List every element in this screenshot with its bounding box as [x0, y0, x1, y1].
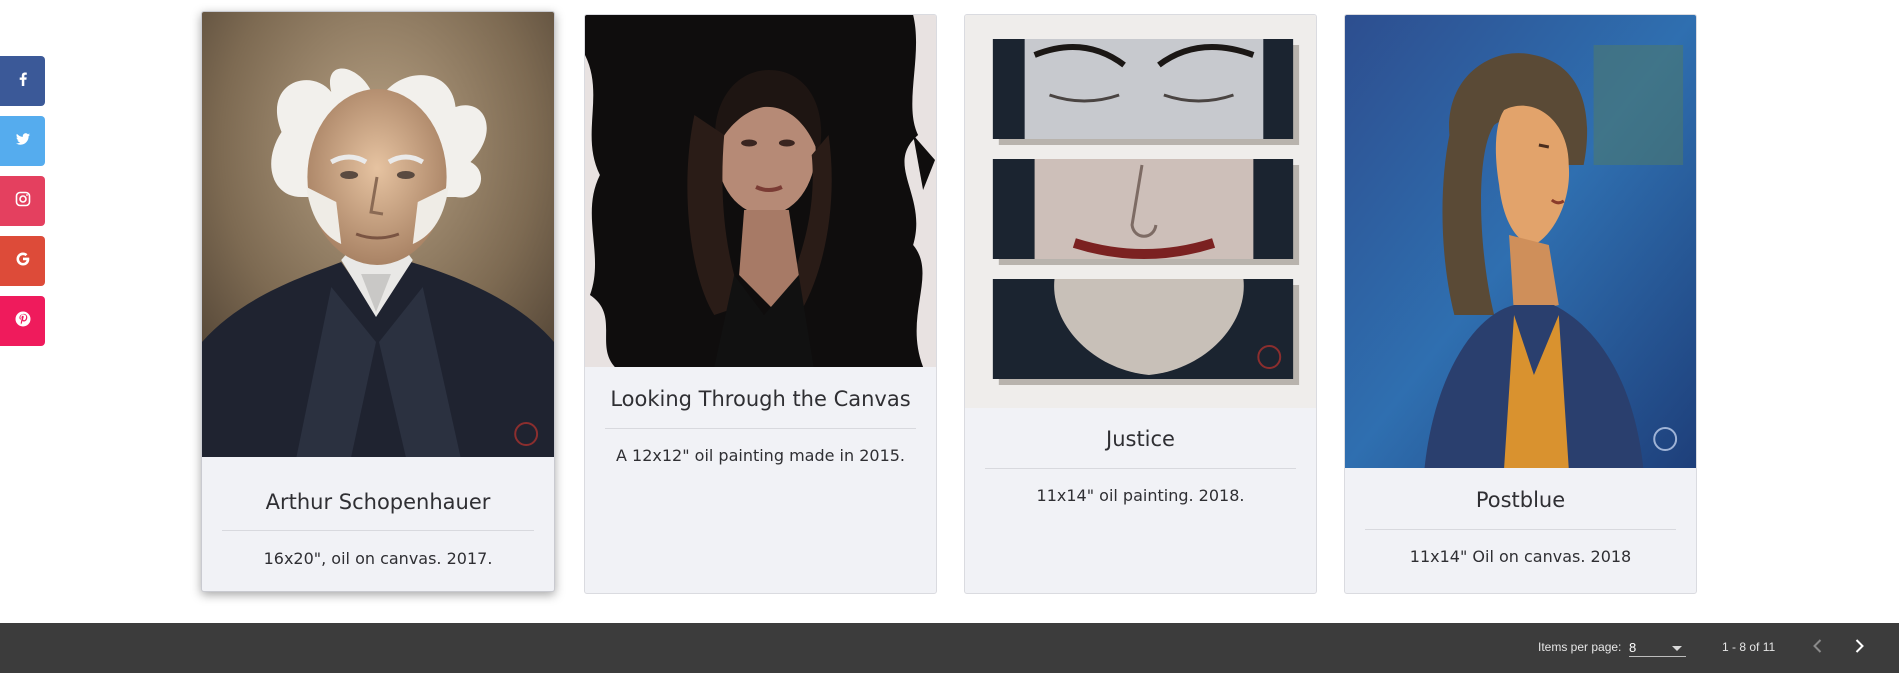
painting-image	[965, 15, 1316, 408]
paginator: Items per page: 8 1 - 8 of 11	[0, 623, 1899, 673]
chevron-left-icon	[1808, 636, 1828, 661]
card-description: 11x14" oil painting. 2018.	[1036, 486, 1245, 505]
gallery-card[interactable]: Arthur Schopenhauer 16x20", oil on canva…	[201, 11, 555, 592]
previous-page-button[interactable]	[1806, 636, 1830, 660]
pinterest-share-button[interactable]	[0, 296, 45, 346]
painting-image	[202, 12, 554, 457]
painting-image	[585, 15, 936, 367]
card-title: Postblue	[1475, 488, 1566, 512]
card-title: Justice	[1106, 427, 1175, 451]
chevron-down-icon	[1672, 646, 1682, 651]
painting-image	[1345, 15, 1696, 468]
card-title: Looking Through the Canvas	[610, 387, 911, 411]
card-title: Arthur Schopenhauer	[265, 490, 491, 514]
next-page-button[interactable]	[1847, 636, 1871, 660]
card-divider	[985, 468, 1296, 469]
social-share-bar	[0, 56, 45, 356]
google-share-button[interactable]	[0, 236, 45, 286]
items-per-page-label: Items per page:	[1538, 640, 1622, 654]
facebook-share-button[interactable]	[0, 56, 45, 106]
twitter-icon	[13, 129, 33, 154]
card-divider	[605, 428, 916, 429]
instagram-icon	[13, 189, 33, 214]
pinterest-icon	[13, 309, 33, 334]
instagram-share-button[interactable]	[0, 176, 45, 226]
gallery-card[interactable]: Looking Through the Canvas A 12x12" oil …	[584, 14, 937, 594]
chevron-right-icon	[1849, 636, 1869, 661]
page-range-label: 1 - 8 of 11	[1722, 640, 1776, 654]
items-per-page-value: 8	[1629, 640, 1637, 655]
card-divider	[1365, 529, 1676, 530]
items-per-page-select[interactable]: 8	[1629, 635, 1686, 657]
facebook-icon	[13, 69, 33, 94]
card-divider	[222, 530, 534, 531]
gallery-card[interactable]: Postblue 11x14" Oil on canvas. 2018	[1344, 14, 1697, 594]
card-description: 16x20", oil on canvas. 2017.	[263, 549, 493, 568]
card-description: A 12x12" oil painting made in 2015.	[615, 446, 906, 465]
twitter-share-button[interactable]	[0, 116, 45, 166]
card-description: 11x14" Oil on canvas. 2018	[1409, 547, 1632, 566]
gallery-card[interactable]: Justice 11x14" oil painting. 2018.	[964, 14, 1317, 594]
google-icon	[13, 249, 33, 274]
